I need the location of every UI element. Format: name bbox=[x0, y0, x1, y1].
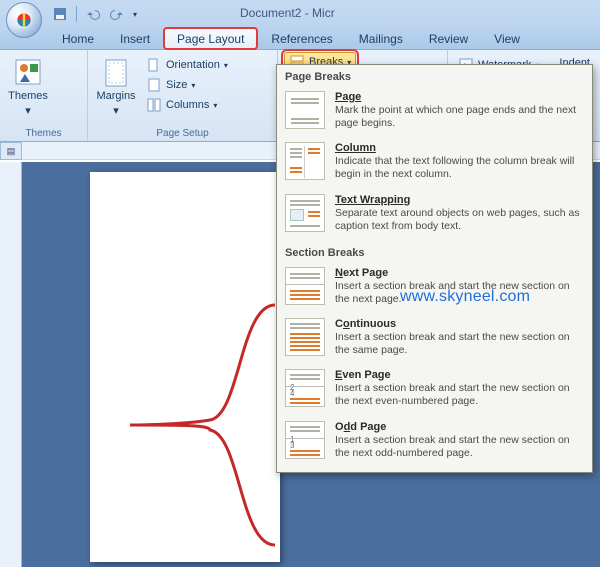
orientation-button[interactable]: Orientation▾ bbox=[142, 56, 232, 74]
redo-icon[interactable] bbox=[109, 6, 125, 22]
tab-mailings[interactable]: Mailings bbox=[347, 29, 415, 49]
group-label-page-setup: Page Setup bbox=[94, 126, 271, 141]
tab-home[interactable]: Home bbox=[50, 29, 106, 49]
office-button[interactable] bbox=[6, 2, 42, 38]
size-label: Size bbox=[166, 79, 187, 91]
themes-button[interactable]: Themes ▾ bbox=[6, 54, 50, 126]
group-themes: Themes ▾ A Themes bbox=[0, 50, 88, 141]
item-desc: Insert a section break and start the new… bbox=[335, 434, 584, 460]
continuous-break-icon bbox=[285, 318, 325, 356]
column-break-icon bbox=[285, 142, 325, 180]
tab-review[interactable]: Review bbox=[417, 29, 480, 49]
tab-view[interactable]: View bbox=[482, 29, 532, 49]
size-button[interactable]: Size▾ bbox=[142, 76, 232, 94]
item-desc: Indicate that the text following the col… bbox=[335, 155, 584, 181]
breaks-item-column[interactable]: Column Indicate that the text following … bbox=[277, 138, 592, 189]
item-title: Next Page bbox=[335, 267, 584, 279]
ribbon-tabs: Home Insert Page Layout References Maili… bbox=[0, 28, 600, 50]
ruler-corner-icon[interactable]: ▤ bbox=[0, 142, 22, 160]
save-icon[interactable] bbox=[52, 6, 68, 22]
quick-access-toolbar: ▾ bbox=[52, 6, 137, 22]
page-breaks-header: Page Breaks bbox=[277, 65, 592, 87]
separator bbox=[76, 6, 77, 22]
tab-insert[interactable]: Insert bbox=[108, 29, 162, 49]
themes-label: Themes bbox=[8, 90, 48, 102]
columns-icon bbox=[146, 97, 162, 113]
breaks-item-odd-page[interactable]: 1 3 Odd Page Insert a section break and … bbox=[277, 417, 592, 468]
item-desc: Insert a section break and start the new… bbox=[335, 382, 584, 408]
item-title: Continuous bbox=[335, 318, 584, 330]
item-desc: Separate text around objects on web page… bbox=[335, 207, 584, 233]
text-wrapping-break-icon bbox=[285, 194, 325, 232]
item-desc: Insert a section break and start the new… bbox=[335, 331, 584, 357]
breaks-item-continuous[interactable]: Continuous Insert a section break and st… bbox=[277, 314, 592, 365]
page-break-icon bbox=[285, 91, 325, 129]
title-bar: ▾ Document2 - Micr bbox=[0, 0, 600, 28]
even-page-break-icon: 2 4 bbox=[285, 369, 325, 407]
item-title: Even Page bbox=[335, 369, 584, 381]
item-desc: Mark the point at which one page ends an… bbox=[335, 104, 584, 130]
next-page-break-icon bbox=[285, 267, 325, 305]
tab-references[interactable]: References bbox=[259, 29, 344, 49]
item-title: Text Wrapping bbox=[335, 194, 410, 206]
office-logo-icon bbox=[14, 10, 34, 30]
margins-icon bbox=[100, 56, 132, 88]
columns-button[interactable]: Columns▾ bbox=[142, 96, 232, 114]
size-icon bbox=[146, 77, 162, 93]
item-title: Page bbox=[335, 91, 361, 103]
group-page-setup: Margins ▾ Orientation▾ Size▾ Columns▾ Pa… bbox=[88, 50, 278, 141]
breaks-item-page[interactable]: Page Mark the point at which one page en… bbox=[277, 87, 592, 138]
odd-page-break-icon: 1 3 bbox=[285, 421, 325, 459]
qat-customize-icon[interactable]: ▾ bbox=[133, 10, 137, 19]
breaks-item-text-wrapping[interactable]: Text Wrapping Separate text around objec… bbox=[277, 190, 592, 241]
chevron-down-icon: ▾ bbox=[25, 104, 31, 117]
margins-label: Margins bbox=[96, 90, 135, 102]
annotation-watermark-url: www.skyneel.com bbox=[400, 288, 530, 306]
breaks-dropdown: Page Breaks Page Mark the point at which… bbox=[276, 64, 593, 473]
orientation-icon bbox=[146, 57, 162, 73]
vertical-ruler bbox=[0, 162, 22, 567]
window-title: Document2 - Micr bbox=[240, 6, 335, 20]
document-page[interactable] bbox=[90, 172, 280, 562]
tab-page-layout[interactable]: Page Layout bbox=[164, 28, 257, 49]
breaks-item-even-page[interactable]: 2 4 Even Page Insert a section break and… bbox=[277, 365, 592, 416]
orientation-label: Orientation bbox=[166, 59, 220, 71]
themes-icon bbox=[12, 56, 44, 88]
chevron-down-icon: ▾ bbox=[113, 104, 119, 117]
margins-button[interactable]: Margins ▾ bbox=[94, 54, 138, 126]
undo-icon[interactable] bbox=[85, 6, 101, 22]
columns-label: Columns bbox=[166, 99, 209, 111]
group-label-themes: Themes bbox=[6, 126, 81, 141]
item-title: Odd Page bbox=[335, 421, 584, 433]
item-title: Column bbox=[335, 142, 376, 154]
section-breaks-header: Section Breaks bbox=[277, 241, 592, 263]
